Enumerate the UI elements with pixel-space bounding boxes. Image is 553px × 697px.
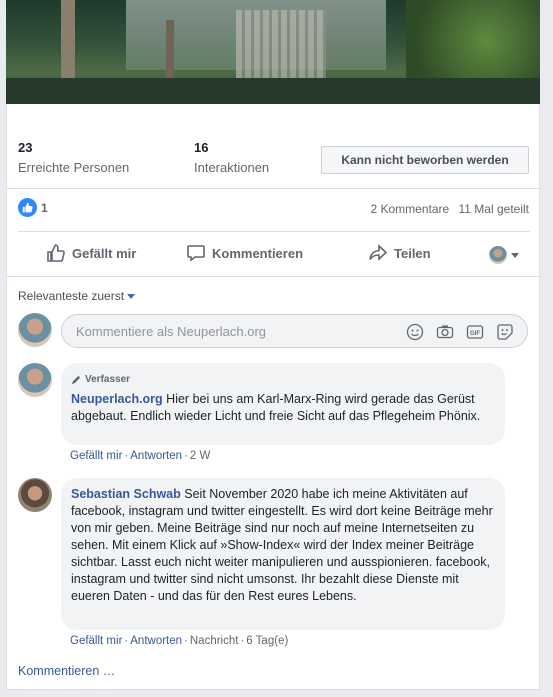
avatar xyxy=(489,246,507,264)
share-button-label: Teilen xyxy=(394,245,431,261)
comment-author[interactable]: Sebastian Schwab xyxy=(71,487,181,501)
comment-like-link[interactable]: Gefällt mir xyxy=(70,450,122,462)
comment-composer: GIF xyxy=(61,314,528,348)
comment-reply-link[interactable]: Antworten xyxy=(130,450,182,462)
engagement-meta: 2 Kommentare 11 Mal geteilt xyxy=(364,202,529,216)
sort-label: Relevanteste zuerst xyxy=(18,289,125,303)
author-badge: Verfasser xyxy=(71,371,495,388)
thumbs-up-icon xyxy=(47,244,65,262)
gif-icon[interactable]: GIF xyxy=(465,322,485,342)
comment-time[interactable]: 2 W xyxy=(190,450,210,462)
pencil-icon xyxy=(71,375,81,385)
interactions-count: 16 xyxy=(194,140,209,155)
share-icon xyxy=(369,244,388,261)
comment-bubble: Sebastian Schwab Seit November 2020 habe… xyxy=(61,478,505,630)
emoji-icon[interactable] xyxy=(405,322,425,342)
like-reaction-icon xyxy=(18,198,37,217)
comment-meta: Gefällt mir · Antworten · Nachricht · 6 Tag(e) xyxy=(70,635,289,647)
comment-message-link[interactable]: Nachricht xyxy=(190,635,239,647)
divider xyxy=(6,276,540,277)
camera-icon[interactable] xyxy=(435,322,455,342)
caret-down-icon xyxy=(127,294,136,300)
interactions-stat: 16 Interaktionen xyxy=(194,140,269,175)
comment-icon xyxy=(187,245,205,262)
share-button[interactable]: Teilen xyxy=(368,238,431,268)
post-photo[interactable] xyxy=(6,0,540,104)
like-button-label: Gefällt mir xyxy=(72,245,137,261)
comment-text: Seit November 2020 habe ich meine Aktivi… xyxy=(71,487,493,603)
reaction-summary[interactable]: 1 xyxy=(18,198,48,217)
like-button[interactable]: Gefällt mir xyxy=(46,238,136,268)
like-count: 1 xyxy=(41,200,48,215)
interactions-label: Interaktionen xyxy=(194,160,270,175)
avatar[interactable] xyxy=(18,313,52,347)
post-actions: Gefällt mir Kommentieren Teilen xyxy=(18,238,530,268)
composer-icons: GIF xyxy=(405,322,515,342)
post-as-selector[interactable] xyxy=(489,246,519,264)
promote-button[interactable]: Kann nicht beworben werden xyxy=(321,146,529,174)
comments-count-link[interactable]: 2 Kommentare xyxy=(370,202,449,216)
comment-meta: Gefällt mir · Antworten · 2 W xyxy=(70,450,211,462)
comment-time[interactable]: 6 Tag(e) xyxy=(246,635,288,647)
comment-like-link[interactable]: Gefällt mir xyxy=(70,635,122,647)
comment-button[interactable]: Kommentieren xyxy=(186,238,303,268)
comment-reply-link[interactable]: Antworten xyxy=(130,635,182,647)
more-comments-link[interactable]: Kommentieren … xyxy=(18,664,115,678)
author-badge-label: Verfasser xyxy=(85,374,131,385)
divider xyxy=(6,188,540,189)
reach-label: Erreichte Personen xyxy=(18,160,130,175)
divider xyxy=(18,231,530,232)
reach-stat: 23 Erreichte Personen xyxy=(18,140,129,175)
reach-count: 23 xyxy=(18,140,33,155)
svg-text:GIF: GIF xyxy=(470,331,480,337)
sticker-icon[interactable] xyxy=(495,322,515,342)
comment-bubble: Verfasser Neuperlach.org Hier bei uns am… xyxy=(61,363,505,445)
comment-input[interactable] xyxy=(74,323,378,340)
avatar[interactable] xyxy=(18,478,52,512)
chevron-down-icon xyxy=(511,252,519,258)
comment-sort-dropdown[interactable]: Relevanteste zuerst xyxy=(18,289,136,303)
shares-count-link[interactable]: 11 Mal geteilt xyxy=(459,202,529,216)
comment-author[interactable]: Neuperlach.org xyxy=(71,392,163,406)
comment-button-label: Kommentieren xyxy=(212,245,304,261)
avatar[interactable] xyxy=(18,363,52,397)
